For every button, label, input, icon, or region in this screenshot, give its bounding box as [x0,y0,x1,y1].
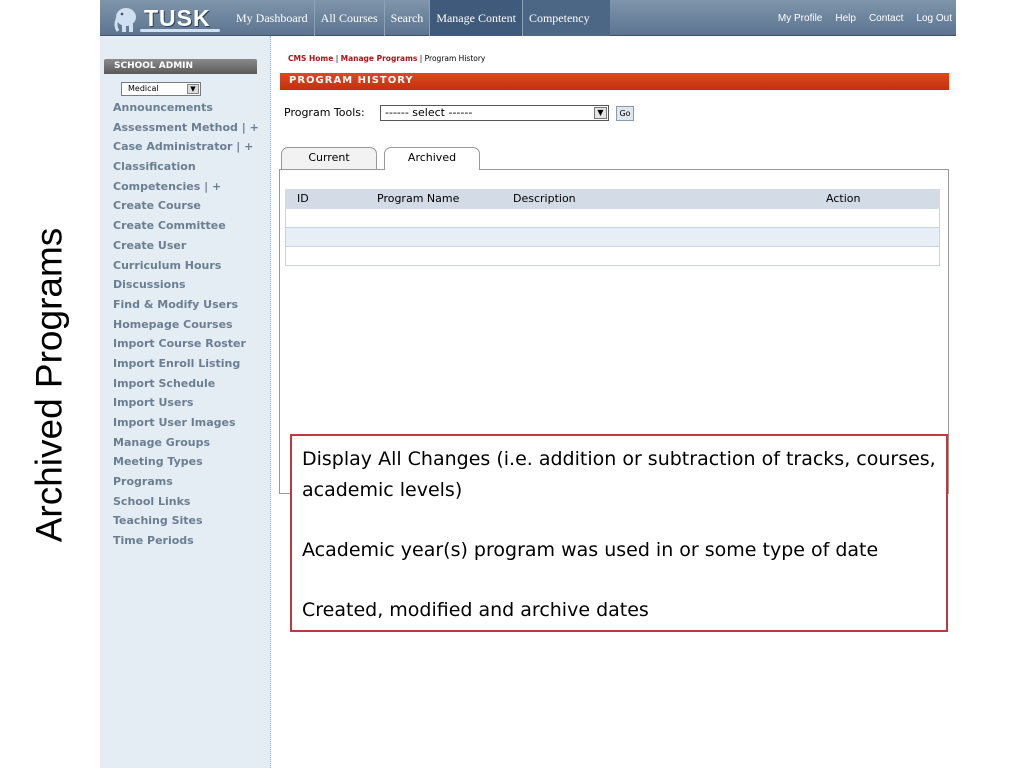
sidebar-item-find-modify-users[interactable]: Find & Modify Users [113,295,259,315]
sidebar-menu: Announcements Assessment Method | + Case… [113,98,259,551]
callout-line-dates: Created, modified and archive dates [302,599,649,621]
page-title: PROGRAM HISTORY [289,75,414,86]
breadcrumb: CMS Home | Manage Programs | Program His… [288,54,485,63]
sidebar-item-manage-groups[interactable]: Manage Groups [113,433,259,453]
program-tools-select-value: ------ select ------ [385,106,473,119]
sidebar-item-programs[interactable]: Programs [113,472,259,492]
logo-swoosh [140,29,220,32]
school-select[interactable]: Medical ▼ [121,82,201,96]
table-row [285,209,940,228]
column-header-description: Description [513,192,576,205]
nav-manage-content[interactable]: Manage Content [429,0,522,36]
sidebar-item-case-administrator[interactable]: Case Administrator | + [113,137,259,157]
utility-nav: My Profile Help Contact Log Out [765,0,952,36]
sidebar-header: SCHOOL ADMIN [104,59,257,74]
top-navigation-bar: TUSK My Dashboard All Courses Search Man… [100,0,956,36]
sidebar-item-meeting-types[interactable]: Meeting Types [113,452,259,472]
school-select-value: Medical [128,84,159,93]
page-header-bar: PROGRAM HISTORY [280,73,949,90]
admin-sidebar: SCHOOL ADMIN Medical ▼ Announcements Ass… [100,36,271,768]
program-history-table: ID Program Name Description Action [285,189,940,266]
breadcrumb-manage-programs[interactable]: Manage Programs [341,54,418,63]
breadcrumb-separator: | [333,54,341,63]
table-row [285,247,940,266]
column-header-action: Action [826,192,861,205]
callout-note: Display All Changes (i.e. addition or su… [290,434,948,632]
sidebar-item-import-schedule[interactable]: Import Schedule [113,374,259,394]
column-header-id: ID [297,192,309,205]
help-link[interactable]: Help [835,13,856,24]
sidebar-item-create-user[interactable]: Create User [113,236,259,256]
tusk-logo[interactable]: TUSK [104,0,228,36]
sidebar-item-curriculum-hours[interactable]: Curriculum Hours [113,256,259,276]
log-out-link[interactable]: Log Out [916,13,952,24]
sidebar-item-homepage-courses[interactable]: Homepage Courses [113,315,259,335]
my-profile-link[interactable]: My Profile [778,13,822,24]
program-tools-label: Program Tools: [284,106,365,119]
tab-current[interactable]: Current [281,147,377,169]
slide-title-text: Archived Programs [28,227,70,543]
chevron-down-icon: ▼ [187,84,199,94]
column-header-program-name: Program Name [377,192,460,205]
sidebar-item-import-enroll-listing[interactable]: Import Enroll Listing [113,354,259,374]
sidebar-item-import-user-images[interactable]: Import User Images [113,413,259,433]
nav-my-dashboard[interactable]: My Dashboard [230,0,314,36]
nav-search[interactable]: Search [383,0,430,36]
elephant-logo-icon [114,8,136,32]
sidebar-item-discussions[interactable]: Discussions [113,275,259,295]
program-tools-select[interactable]: ------ select ------ ▼ [380,105,609,121]
sidebar-item-import-course-roster[interactable]: Import Course Roster [113,334,259,354]
contact-link[interactable]: Contact [869,13,903,24]
slide-title: Archived Programs [14,150,84,620]
nav-competency[interactable]: Competency [521,0,610,36]
breadcrumb-separator: | [417,54,425,63]
sidebar-item-competencies[interactable]: Competencies | + [113,177,259,197]
callout-line-academic-year: Academic year(s) program was used in or … [302,539,879,561]
logo-text: TUSK [144,4,211,31]
sidebar-item-assessment-method[interactable]: Assessment Method | + [113,118,259,138]
breadcrumb-cms-home[interactable]: CMS Home [288,54,333,63]
callout-line-changes: Display All Changes (i.e. addition or su… [302,448,936,501]
chevron-down-icon: ▼ [594,107,607,119]
sidebar-item-create-committee[interactable]: Create Committee [113,216,259,236]
sidebar-item-time-periods[interactable]: Time Periods [113,531,259,551]
breadcrumb-current: Program History [424,54,486,63]
sidebar-item-classification[interactable]: Classification [113,157,259,177]
sidebar-item-import-users[interactable]: Import Users [113,393,259,413]
table-row [285,228,940,247]
sidebar-item-announcements[interactable]: Announcements [113,98,259,118]
main-nav: My Dashboard All Courses Search Manage C… [230,0,610,36]
main-content: CMS Home | Manage Programs | Program His… [278,36,956,768]
sidebar-item-school-links[interactable]: School Links [113,492,259,512]
sidebar-item-create-course[interactable]: Create Course [113,196,259,216]
tab-archived[interactable]: Archived [384,147,480,170]
table-header-row: ID Program Name Description Action [285,189,940,209]
go-button[interactable]: Go [616,106,634,121]
nav-all-courses[interactable]: All Courses [313,0,384,36]
sidebar-item-teaching-sites[interactable]: Teaching Sites [113,511,259,531]
